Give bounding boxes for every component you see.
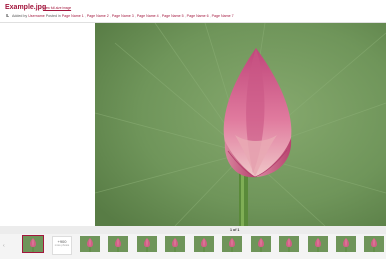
- thumbnail-image: [251, 236, 271, 252]
- thumbnail[interactable]: [80, 236, 100, 252]
- thumbnail-image: [308, 236, 328, 252]
- thumbnail-image: [80, 236, 100, 252]
- thumbnail[interactable]: [108, 236, 128, 252]
- main-image[interactable]: [95, 23, 386, 226]
- added-by-label: Added by: [12, 13, 28, 18]
- more-photos-tile[interactable]: +900 more photos: [52, 236, 72, 255]
- thumbnail[interactable]: [22, 235, 44, 253]
- thumbnail-image: [194, 236, 214, 252]
- username-link[interactable]: Username: [28, 14, 45, 18]
- thumbnail-image: [364, 236, 384, 252]
- page-link[interactable]: Page Name 3: [112, 14, 134, 18]
- thumbnail[interactable]: [336, 236, 356, 252]
- thumbnail-image: [336, 236, 356, 252]
- thumbnail-image: [222, 236, 242, 252]
- image-meta: Added by Username Posted in Page Name 1,…: [5, 13, 234, 18]
- thumbnail[interactable]: [165, 236, 185, 252]
- thumbnail[interactable]: [279, 236, 299, 252]
- thumbnail-image: [108, 236, 128, 252]
- viewer-left-panel: [0, 23, 95, 226]
- view-full-size-link[interactable]: View full-size image: [43, 6, 71, 10]
- thumbnail[interactable]: [251, 236, 271, 252]
- chevron-left-icon[interactable]: ‹: [3, 243, 5, 249]
- page-link[interactable]: Page Name 2: [87, 14, 109, 18]
- user-icon: [5, 13, 9, 18]
- thumbnail-image: [279, 236, 299, 252]
- thumbnail[interactable]: [222, 236, 242, 252]
- thumbnail[interactable]: [137, 236, 157, 252]
- page-link[interactable]: Page Name 6: [187, 14, 209, 18]
- thumbnail-image: [23, 236, 43, 252]
- page-link[interactable]: Page Name 5: [162, 14, 184, 18]
- filmstrip: ‹ +900 more photos: [0, 234, 386, 259]
- thumbnail[interactable]: [308, 236, 328, 252]
- thumbnail[interactable]: [194, 236, 214, 252]
- page-link[interactable]: Page Name 1: [62, 14, 84, 18]
- image-counter: 1 of 1: [230, 227, 240, 232]
- page-link[interactable]: Page Name 4: [137, 14, 159, 18]
- more-photos-label: more photos: [54, 244, 70, 247]
- lightbox: Example.jpg View full-size image Added b…: [0, 0, 386, 259]
- image-title: Example.jpg: [5, 4, 47, 11]
- posted-in-label: Posted in: [45, 13, 61, 18]
- lightbox-header: Example.jpg View full-size image Added b…: [0, 0, 386, 23]
- image-counter-bar: 1 of 1: [0, 226, 386, 234]
- lotus-image: [95, 23, 386, 226]
- thumbnail-image: [165, 236, 185, 252]
- page-link[interactable]: Page Name 7: [212, 14, 234, 18]
- thumbnail-image: [137, 236, 157, 252]
- thumbnail[interactable]: [364, 236, 384, 252]
